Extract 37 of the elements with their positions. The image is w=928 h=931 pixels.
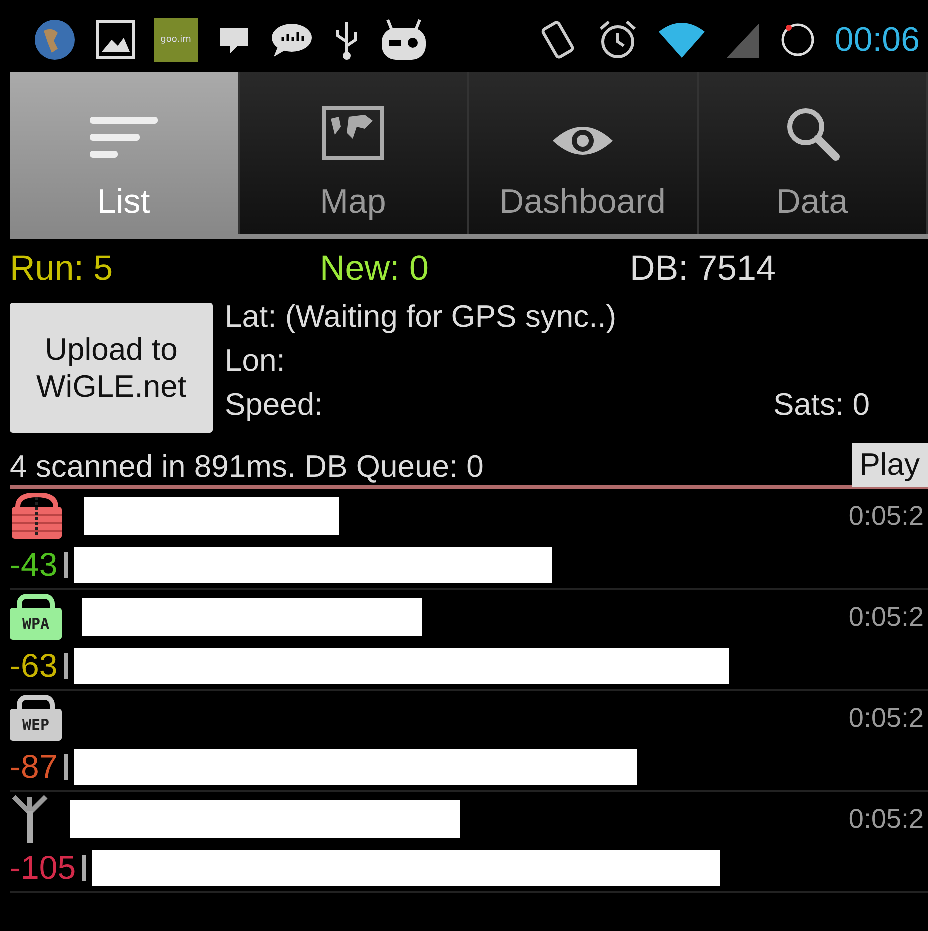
time-text: 0:05:2 xyxy=(848,804,924,834)
signal-strength: -43 xyxy=(10,546,58,584)
tab[interactable]: List xyxy=(10,72,240,234)
tab[interactable]: Map xyxy=(240,72,469,234)
satellites-text: Sats: 0 xyxy=(774,387,870,423)
longitude-text: Lon: xyxy=(225,343,286,379)
image-icon xyxy=(96,20,136,60)
time-text: 0:05:2 xyxy=(848,500,924,532)
signal-strength: -63 xyxy=(10,647,58,685)
list-icon xyxy=(88,115,160,161)
db-count: DB: 7514 xyxy=(630,249,776,290)
map-icon xyxy=(321,105,386,161)
wifi-icon xyxy=(656,20,707,60)
separator-bar xyxy=(82,855,86,881)
robot-face-icon xyxy=(380,18,428,62)
time-text: 0:05:2 xyxy=(848,602,924,632)
app-badge: goo.im xyxy=(154,18,198,62)
speed-text: Speed: xyxy=(225,387,324,423)
separator-bar xyxy=(64,653,68,679)
tab[interactable]: Data xyxy=(698,72,928,234)
scan-status: 4 scanned in 891ms. DB Queue: 0 xyxy=(10,449,484,485)
signal-strength: -105 xyxy=(10,849,76,887)
separator-bar xyxy=(64,754,68,780)
new-count: New: 0 xyxy=(320,249,430,290)
signal-strength: -87 xyxy=(10,748,58,786)
open-lock-icon xyxy=(10,493,64,539)
message-icon xyxy=(270,21,314,59)
time-text: 0:05:2 xyxy=(848,702,924,734)
antenna-icon xyxy=(10,793,50,845)
upload-button[interactable]: Upload to WiGLE.net xyxy=(10,303,213,433)
play-button[interactable]: Play xyxy=(852,443,928,487)
globe-icon xyxy=(32,17,78,63)
tab[interactable]: Dashboard xyxy=(469,72,698,234)
latitude-text: Lat: (Waiting for GPS sync..) xyxy=(225,299,618,335)
clock-text: 00:06 xyxy=(834,20,920,60)
separator-bar xyxy=(64,552,68,578)
run-count: Run: 5 xyxy=(10,249,114,290)
